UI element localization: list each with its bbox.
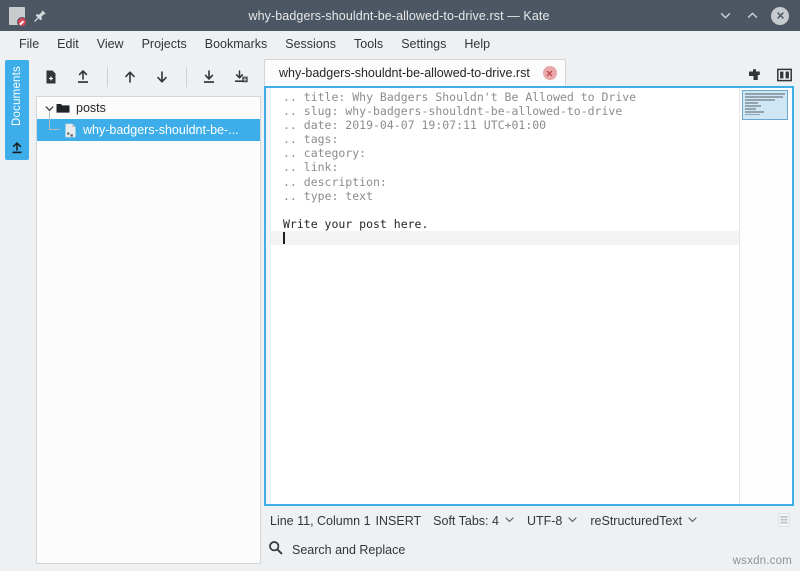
minimap-line	[745, 93, 785, 95]
documents-toolbar	[36, 60, 258, 93]
file-icon	[64, 123, 77, 138]
editor-panel: why-badgers-shouldnt-be-allowed-to-drive…	[264, 58, 794, 506]
editor-minimap[interactable]	[739, 88, 792, 504]
chevron-down-icon	[687, 514, 698, 528]
text-editor[interactable]: .. title: Why Badgers Shouldn't Be Allow…	[264, 86, 794, 506]
minimap-line	[745, 108, 756, 110]
editor-line-text: .. link:	[283, 160, 338, 174]
editor-line: .. tags:	[283, 132, 739, 146]
tree-item-label: why-badgers-shouldnt-be-...	[83, 123, 239, 137]
search-and-replace-label: Search and Replace	[292, 543, 405, 557]
search-icon	[268, 540, 283, 560]
minimap-line	[745, 102, 758, 104]
window-controls	[669, 7, 800, 25]
tree-connector	[49, 111, 60, 130]
minimap-thumb[interactable]	[742, 90, 788, 120]
menu-file[interactable]: File	[10, 35, 48, 53]
insert-mode-label: INSERT	[376, 514, 422, 528]
editor-line	[283, 203, 739, 217]
editor-line-text: .. date: 2019-04-07 19:07:11 UTC+01:00	[283, 118, 546, 132]
editor-line: .. title: Why Badgers Shouldn't Be Allow…	[283, 90, 739, 104]
editor-line: .. type: text	[283, 189, 739, 203]
save-document-button[interactable]	[194, 63, 224, 91]
sidebar-tab-documents[interactable]: Documents	[5, 60, 29, 160]
save-as-button[interactable]	[226, 63, 256, 91]
watermark: wsxdn.com	[733, 555, 792, 567]
editor-line-text: .. type: text	[283, 189, 373, 203]
arrow-up-bar-icon	[10, 141, 24, 155]
pin-icon[interactable]	[33, 9, 47, 23]
syntax-mode-selector[interactable]: reStructuredText	[584, 512, 704, 530]
sidebar-tab-label: Documents	[11, 66, 23, 126]
toolbar-separator	[107, 67, 108, 87]
encoding-selector[interactable]: UTF-8	[521, 512, 584, 530]
editor-line-text: Write your post here.	[283, 217, 428, 231]
chevron-down-icon	[567, 514, 578, 528]
tree-item-label: posts	[76, 101, 106, 115]
kate-document-icon	[9, 7, 25, 25]
statusbar-right	[776, 512, 794, 531]
kate-window: why-badgers-shouldnt-be-allowed-to-drive…	[0, 0, 800, 571]
editor-line-text: .. slug: why-badgers-shouldnt-be-allowed…	[283, 104, 622, 118]
editor-line: Write your post here.	[283, 217, 739, 231]
minimize-button[interactable]	[717, 8, 733, 24]
editor-line-text: .. title: Why Badgers Shouldn't Be Allow…	[283, 90, 636, 104]
syntax-mode-label: reStructuredText	[590, 514, 682, 528]
editor-text-area[interactable]: .. title: Why Badgers Shouldn't Be Allow…	[271, 88, 739, 504]
plugin-icon[interactable]	[747, 67, 762, 82]
editor-tab[interactable]: why-badgers-shouldnt-be-allowed-to-drive…	[264, 59, 566, 86]
documents-tree: posts why-badgers-shouldnt-be-...	[36, 96, 261, 564]
editor-line-text: .. category:	[283, 146, 366, 160]
open-document-button[interactable]	[68, 63, 98, 91]
editor-tabbar: why-badgers-shouldnt-be-allowed-to-drive…	[264, 58, 794, 86]
editor-line: .. date: 2019-04-07 19:07:11 UTC+01:00	[283, 118, 739, 132]
editor-tab-label: why-badgers-shouldnt-be-allowed-to-drive…	[279, 66, 530, 80]
document-lines-icon[interactable]	[776, 512, 792, 531]
menu-view[interactable]: View	[88, 35, 133, 53]
menu-edit[interactable]: Edit	[48, 35, 88, 53]
menu-projects[interactable]: Projects	[133, 35, 196, 53]
tabbar-actions	[747, 67, 792, 82]
editor-line: .. description:	[283, 175, 739, 189]
editor-line: .. slug: why-badgers-shouldnt-be-allowed…	[283, 104, 739, 118]
encoding-label: UTF-8	[527, 514, 562, 528]
soft-tabs-label: Soft Tabs: 4	[433, 514, 499, 528]
toolbar-separator	[186, 67, 187, 87]
minimap-line	[745, 114, 760, 116]
menubar: File Edit View Projects Bookmarks Sessio…	[0, 31, 800, 56]
editor-line-text: .. description:	[283, 175, 387, 189]
close-icon[interactable]	[543, 66, 557, 80]
soft-tabs-selector[interactable]: Soft Tabs: 4	[427, 512, 521, 530]
chevron-down-icon	[504, 514, 515, 528]
tree-item-posts[interactable]: posts	[37, 97, 260, 119]
editor-line: .. link:	[283, 160, 739, 174]
cursor-position-label: Line 11, Column 1	[270, 514, 371, 528]
next-document-button[interactable]	[147, 63, 177, 91]
window-title: why-badgers-shouldnt-be-allowed-to-drive…	[129, 9, 669, 23]
statusbar: Line 11, Column 1 INSERT Soft Tabs: 4 UT…	[264, 508, 794, 534]
text-cursor	[283, 232, 285, 244]
menu-tools[interactable]: Tools	[345, 35, 392, 53]
menu-help[interactable]: Help	[455, 35, 499, 53]
new-document-button[interactable]	[36, 63, 66, 91]
maximize-button[interactable]	[744, 8, 760, 24]
menu-bookmarks[interactable]: Bookmarks	[196, 35, 277, 53]
minimap-line	[745, 96, 783, 98]
window-titlebar: why-badgers-shouldnt-be-allowed-to-drive…	[0, 0, 800, 31]
tree-item-file[interactable]: why-badgers-shouldnt-be-...	[37, 119, 260, 141]
editor-line: .. category:	[283, 146, 739, 160]
cursor-position: Line 11, Column 1 INSERT	[264, 512, 427, 530]
previous-document-button[interactable]	[115, 63, 145, 91]
split-view-icon[interactable]	[777, 68, 792, 82]
editor-current-line	[271, 231, 739, 245]
editor-line-text: .. tags:	[283, 132, 338, 146]
minimap-line	[745, 99, 775, 101]
search-and-replace-bar[interactable]: Search and Replace	[268, 540, 405, 560]
minimap-line	[745, 105, 761, 107]
close-button[interactable]	[771, 7, 789, 25]
minimap-line	[745, 111, 764, 113]
menu-sessions[interactable]: Sessions	[276, 35, 345, 53]
menu-settings[interactable]: Settings	[392, 35, 455, 53]
titlebar-left-icons	[0, 7, 129, 25]
